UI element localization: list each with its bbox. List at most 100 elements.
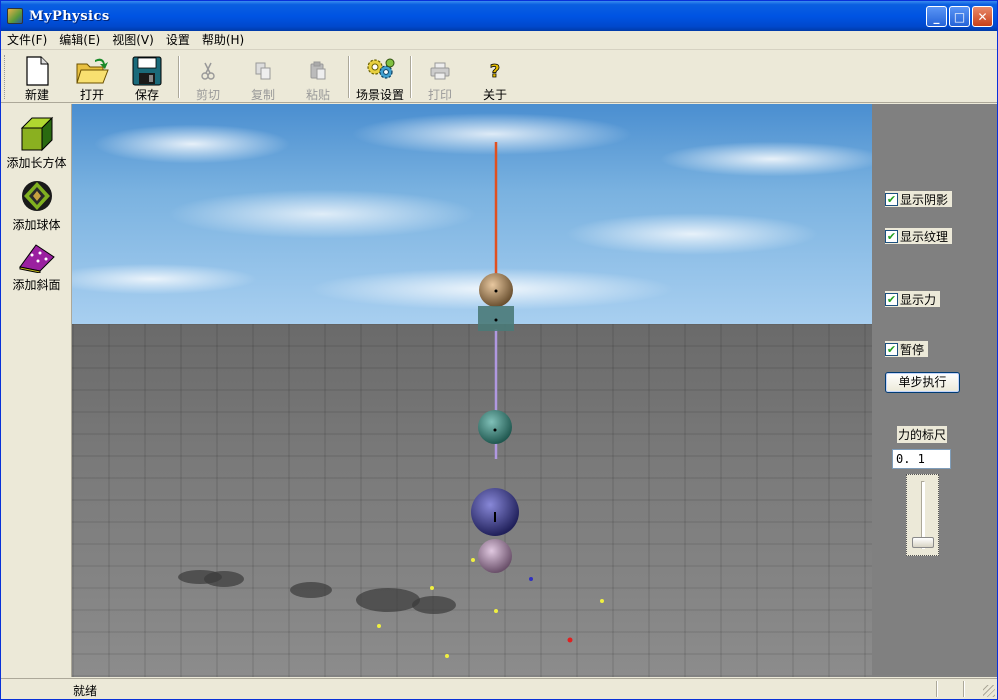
force-scale-input[interactable]: 0. 1 <box>892 449 951 469</box>
sphere-object[interactable] <box>478 410 512 444</box>
open-button[interactable]: 打开 <box>65 53 119 102</box>
object-shadow <box>412 596 456 614</box>
object-shadow <box>356 588 420 612</box>
scene-settings-button[interactable]: 场景设置 <box>352 53 408 102</box>
copy-label: 复制 <box>250 88 275 102</box>
add-box-label: 添加长方体 <box>6 156 67 170</box>
menu-bar: 文件(F) 编辑(E) 视图(V) 设置 帮助(H) <box>1 31 997 50</box>
force-scale-slider[interactable] <box>906 474 939 556</box>
app-window: MyPhysics _ □ ✕ 文件(F) 编辑(E) 视图(V) 设置 帮助(… <box>0 0 998 700</box>
title-bar[interactable]: MyPhysics _ □ ✕ <box>1 1 997 31</box>
sphere-icon <box>22 181 52 211</box>
menu-help[interactable]: 帮助(H) <box>196 31 250 50</box>
show-shadow-label: 显示阴影 <box>900 192 949 207</box>
cut-button[interactable]: 剪切 <box>181 53 235 102</box>
toolbar: 新建 打开 保存 剪切 复制 粘贴 场景设置 打印 ? 关于 <box>1 51 997 103</box>
toolbar-separator <box>410 56 412 98</box>
force-vector <box>494 318 498 322</box>
force-vector <box>494 289 498 293</box>
status-text: 就绪 <box>73 684 98 698</box>
maximize-icon: □ <box>953 9 966 24</box>
printer-icon <box>430 62 450 80</box>
save-button[interactable]: 保存 <box>120 53 174 102</box>
minimize-icon: _ <box>933 9 940 24</box>
ground-marker <box>377 624 381 628</box>
show-texture-checkbox[interactable]: ✔ 显示纹理 <box>885 228 953 244</box>
menu-file[interactable]: 文件(F) <box>1 31 53 50</box>
add-sphere-label: 添加球体 <box>12 218 61 232</box>
force-vector <box>493 428 497 432</box>
paste-label: 粘贴 <box>305 88 330 102</box>
ground-marker <box>471 558 475 562</box>
paste-icon <box>310 61 326 80</box>
copy-button[interactable]: 复制 <box>236 53 290 102</box>
close-icon: ✕ <box>977 9 988 24</box>
question-mark-icon: ? <box>489 61 500 82</box>
ground-marker <box>445 654 449 658</box>
svg-text:?: ? <box>490 61 500 82</box>
sphere-object[interactable] <box>478 539 512 573</box>
minimize-button[interactable]: _ <box>926 6 947 27</box>
status-divider <box>963 681 965 697</box>
object-sidebar: 添加长方体 添加球体 添加斜面 <box>1 104 72 677</box>
status-bar: 就绪 <box>1 678 997 699</box>
status-divider <box>936 681 938 697</box>
new-document-icon <box>26 56 49 86</box>
open-label: 打开 <box>79 88 104 102</box>
checkmark-icon: ✔ <box>885 229 898 243</box>
ground-marker <box>600 599 604 603</box>
3d-viewport[interactable] <box>72 104 872 677</box>
show-force-checkbox[interactable]: ✔ 显示力 <box>885 291 941 307</box>
floppy-disk-icon <box>132 56 162 86</box>
open-folder-icon <box>76 58 109 84</box>
menu-settings[interactable]: 设置 <box>160 31 196 50</box>
add-slope-label: 添加斜面 <box>12 278 61 292</box>
ground-marker <box>494 609 498 613</box>
add-slope-button[interactable]: 添加斜面 <box>1 236 72 294</box>
pause-checkbox[interactable]: ✔ 暂停 <box>885 341 929 357</box>
toolbar-separator <box>178 56 180 98</box>
control-panel: ✔ 显示阴影 ✔ 显示纹理 ✔ 显示力 ✔ 暂停 单步执行 力的标尺 0. 1 <box>872 104 997 677</box>
cube-icon <box>20 116 54 152</box>
window-title: MyPhysics <box>29 8 110 24</box>
app-icon <box>7 8 23 24</box>
maximize-button[interactable]: □ <box>949 6 970 27</box>
add-box-button[interactable]: 添加长方体 <box>1 114 72 172</box>
scissors-icon <box>201 62 215 80</box>
close-button[interactable]: ✕ <box>972 6 993 27</box>
step-button[interactable]: 单步执行 <box>885 372 960 393</box>
menu-edit[interactable]: 编辑(E) <box>53 31 106 50</box>
toolbar-grip[interactable] <box>4 55 8 99</box>
about-label: 关于 <box>482 88 507 102</box>
menu-view[interactable]: 视图(V) <box>106 31 160 50</box>
pause-label: 暂停 <box>900 342 925 357</box>
show-shadow-checkbox[interactable]: ✔ 显示阴影 <box>885 191 953 207</box>
checkmark-icon: ✔ <box>885 342 898 356</box>
gears-icon <box>367 58 395 79</box>
ground-marker <box>567 637 573 643</box>
checkmark-icon: ✔ <box>885 192 898 206</box>
slope-icon <box>19 244 55 273</box>
about-button[interactable]: ? 关于 <box>468 53 522 102</box>
checkmark-icon: ✔ <box>885 292 898 306</box>
cut-label: 剪切 <box>195 88 220 102</box>
ground-marker <box>430 586 434 590</box>
copy-icon <box>255 62 271 80</box>
resize-grip-icon[interactable] <box>983 685 995 697</box>
new-label: 新建 <box>24 88 49 102</box>
print-label: 打印 <box>427 88 452 102</box>
slider-thumb[interactable] <box>912 537 934 548</box>
new-button[interactable]: 新建 <box>10 53 64 102</box>
scene-settings-label: 场景设置 <box>355 88 404 102</box>
paste-button[interactable]: 粘贴 <box>291 53 345 102</box>
ground-marker <box>529 577 533 581</box>
show-force-label: 显示力 <box>900 292 937 307</box>
show-texture-label: 显示纹理 <box>900 229 949 244</box>
scene-objects <box>178 142 604 658</box>
object-shadow <box>290 582 332 598</box>
save-label: 保存 <box>134 88 159 102</box>
toolbar-separator <box>348 56 350 98</box>
add-sphere-button[interactable]: 添加球体 <box>1 176 72 234</box>
force-scale-label: 力的标尺 <box>897 426 948 443</box>
print-button[interactable]: 打印 <box>413 53 467 102</box>
